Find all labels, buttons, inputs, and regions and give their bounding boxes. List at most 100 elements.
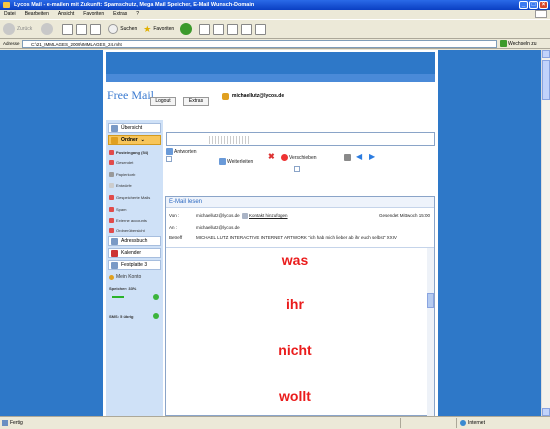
menu-datei[interactable]: Datei bbox=[4, 10, 16, 19]
festplatte-label: Festplatte 3 bbox=[121, 262, 148, 268]
favorites-label: Favoriten bbox=[153, 26, 175, 32]
folder-label: Ordnerübersicht bbox=[116, 228, 145, 233]
spam-icon bbox=[109, 207, 114, 212]
move-dropdown[interactable] bbox=[294, 166, 300, 172]
adressbuch-label: Adressbuch bbox=[121, 238, 148, 244]
logout-button[interactable]: Logout bbox=[150, 97, 176, 106]
add-contact-link[interactable]: Kontakt hinzufügen bbox=[249, 213, 288, 218]
window-title: Lycos Mail - e-mailen mit Zukunft: Spams… bbox=[14, 2, 255, 8]
print-mail-button[interactable] bbox=[344, 154, 352, 161]
sidebar-item-kalender[interactable]: Kalender bbox=[108, 248, 161, 258]
saved-icon bbox=[109, 195, 114, 200]
reply-button[interactable]: Antworten bbox=[166, 148, 197, 155]
menu-favoriten[interactable]: Favoriten bbox=[83, 10, 104, 19]
sidebar-item-posteingang[interactable]: Posteingang (54) bbox=[109, 150, 161, 155]
print-icon[interactable] bbox=[213, 23, 225, 35]
sidebar-item-ordner[interactable]: Ordner ⌄ bbox=[108, 135, 161, 145]
forward-arrow-icon[interactable] bbox=[41, 23, 54, 35]
history-icon[interactable] bbox=[180, 23, 193, 35]
chevron-down-icon: ⌄ bbox=[140, 137, 145, 143]
prev-mail-icon[interactable]: ◀ bbox=[356, 153, 362, 161]
sidebar-item-ordneruebersicht[interactable]: Ordnerübersicht bbox=[109, 228, 161, 233]
sent-date: Gesendet Mittwoch 15:00 bbox=[378, 213, 430, 218]
go-button[interactable]: Wechseln zu bbox=[500, 40, 537, 48]
to-value: michaellutz@lycos.de bbox=[196, 225, 240, 230]
reply-dropdown[interactable] bbox=[166, 156, 172, 162]
sidebar-item-overview[interactable]: Übersicht bbox=[108, 123, 161, 133]
next-mail-icon[interactable]: ▶ bbox=[369, 153, 375, 161]
delete-icon[interactable]: ✖ bbox=[268, 153, 275, 161]
sidebar: Übersicht Ordner ⌄ Posteingang (54) Gesen… bbox=[106, 120, 163, 416]
menu-help[interactable]: ? bbox=[136, 10, 139, 19]
maximize-button[interactable]: □ bbox=[529, 1, 538, 9]
folder-label: Papierkorb bbox=[116, 172, 136, 177]
discuss-icon[interactable] bbox=[241, 23, 253, 35]
sidebar-item-entwuerfe[interactable]: Entwürfe bbox=[109, 183, 161, 188]
move-button[interactable]: Verschieben bbox=[281, 154, 317, 161]
folder-label: Spam bbox=[116, 207, 127, 212]
back-button[interactable]: Zurück bbox=[3, 23, 32, 35]
scroll-up-button[interactable] bbox=[542, 50, 550, 58]
sidebar-item-gesendet[interactable]: Gesendet bbox=[109, 160, 161, 165]
lock-icon bbox=[222, 93, 229, 100]
sidebar-item-gespeichert[interactable]: Gespeicherte Mails bbox=[109, 195, 161, 200]
home-icon[interactable] bbox=[90, 23, 102, 35]
edit-icon[interactable] bbox=[227, 23, 239, 35]
menu-extras[interactable]: Extras bbox=[113, 10, 127, 19]
menu-bearbeiten[interactable]: Bearbeiten bbox=[25, 10, 49, 19]
messenger-icon[interactable] bbox=[255, 23, 267, 35]
page-icon bbox=[2, 420, 8, 426]
folder-label: Gespeicherte Mails bbox=[116, 195, 151, 200]
stop-icon[interactable] bbox=[62, 23, 74, 35]
subject-value: MICHAEL LUTZ INTERACTIVE INTERNET ARTWOR… bbox=[196, 235, 397, 240]
folder-label: Posteingang (54) bbox=[116, 150, 149, 155]
forward-label: Weiterleiten bbox=[227, 158, 254, 165]
storage-label: Speicher: 33% bbox=[109, 286, 137, 291]
sidebar-item-adressbuch[interactable]: Adressbuch bbox=[108, 236, 161, 246]
web-page: Free Mail Logout Extras michaellutz@lyco… bbox=[0, 50, 541, 416]
mail-panel-title: E-Mail lesen bbox=[166, 197, 434, 208]
trash-icon bbox=[109, 172, 114, 177]
scroll-thumb[interactable] bbox=[542, 60, 550, 100]
refresh-icon[interactable] bbox=[76, 23, 88, 35]
search-button[interactable]: Suchen bbox=[108, 24, 137, 34]
status-bar: Fertig Internet bbox=[0, 416, 550, 429]
sidebar-item-papierkorb[interactable]: Papierkorb bbox=[109, 172, 161, 177]
forward-button[interactable]: Weiterleiten bbox=[219, 158, 253, 165]
from-label: Von : bbox=[169, 213, 180, 218]
mail-icon[interactable] bbox=[199, 23, 211, 35]
mail-container: Free Mail Logout Extras michaellutz@lyco… bbox=[103, 50, 438, 416]
menu-ansicht[interactable]: Ansicht bbox=[58, 10, 74, 19]
extras-button[interactable]: Extras bbox=[183, 97, 209, 106]
sidebar-item-externe[interactable]: Externe accounts bbox=[109, 218, 161, 223]
address-input[interactable]: C:\21_IMMLAGES_2009\IMMLAGES_24.mht bbox=[22, 40, 497, 48]
body-scroll-thumb[interactable] bbox=[427, 293, 434, 308]
addressbook-icon bbox=[111, 237, 118, 245]
address-label: Adresse bbox=[3, 41, 20, 46]
sidebar-item-konto[interactable]: Mein Konto bbox=[109, 274, 161, 280]
print-mail-icon bbox=[344, 154, 351, 161]
window-title-bar[interactable]: Lycos Mail - e-mailen mit Zukunft: Spams… bbox=[0, 0, 550, 10]
overview-label: Übersicht bbox=[121, 125, 143, 131]
close-button[interactable]: × bbox=[539, 1, 548, 9]
ordner-label: Ordner bbox=[121, 137, 138, 143]
add-storage-icon[interactable] bbox=[153, 294, 159, 300]
page-scrollbar[interactable] bbox=[541, 50, 550, 416]
star-icon: ★ bbox=[143, 23, 152, 34]
sidebar-item-spam[interactable]: Spam bbox=[109, 207, 161, 212]
folder-icon bbox=[111, 136, 118, 144]
reply-label: Antworten bbox=[174, 148, 197, 155]
storage-bar bbox=[112, 296, 124, 298]
forward-icon bbox=[219, 158, 226, 165]
status-divider bbox=[456, 418, 457, 428]
kalender-label: Kalender bbox=[121, 250, 142, 256]
add-sms-icon[interactable] bbox=[153, 313, 159, 319]
scroll-down-button[interactable] bbox=[542, 408, 550, 416]
ie-app-icon bbox=[3, 2, 10, 8]
body-scrollbar[interactable] bbox=[427, 248, 434, 416]
minimize-button[interactable]: _ bbox=[519, 1, 528, 9]
sidebar-item-festplatte[interactable]: Festplatte 3 bbox=[108, 260, 161, 270]
mail-panel: E-Mail lesen Von : michaellutz@lycos.de … bbox=[165, 196, 435, 416]
favorites-button[interactable]: ★ Favoriten bbox=[143, 24, 174, 35]
back-arrow-icon bbox=[3, 23, 15, 35]
